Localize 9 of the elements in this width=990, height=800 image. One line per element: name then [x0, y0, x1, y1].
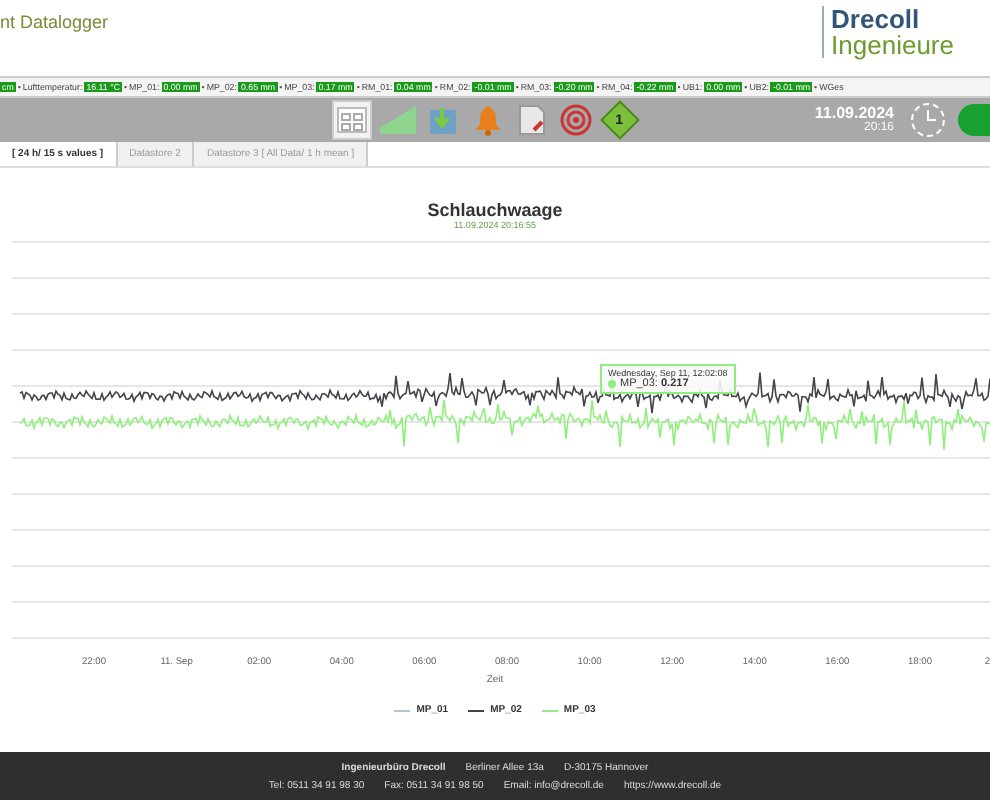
target-tool-button[interactable]	[556, 100, 596, 140]
toggle-switch[interactable]	[958, 104, 990, 136]
chart-title: Schlauchwaage	[425, 200, 565, 220]
clock-icon	[910, 102, 946, 138]
grid-tool-button[interactable]	[332, 100, 372, 140]
app-title: nt Datalogger	[0, 12, 109, 32]
company-logo: Drecoll Ingenieure	[821, 6, 954, 58]
date-text: 11.09.2024	[814, 106, 894, 122]
area-tool-button[interactable]	[376, 100, 420, 140]
